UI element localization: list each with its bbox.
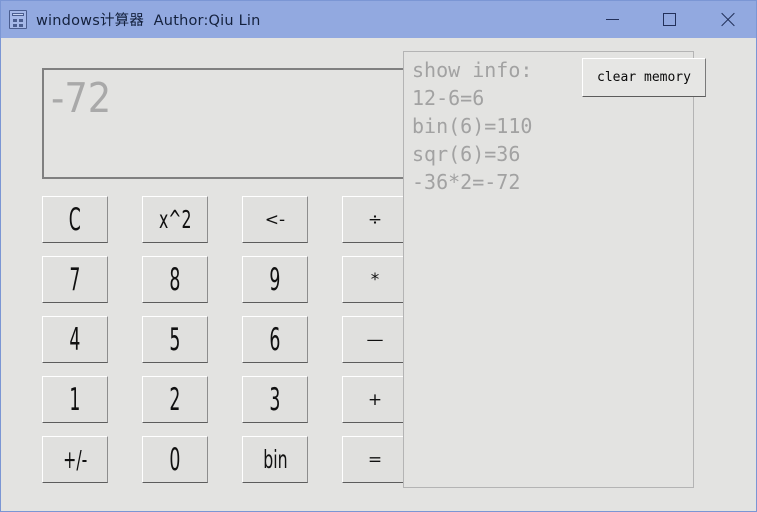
- key-divide[interactable]: ÷: [342, 196, 408, 243]
- key-plus[interactable]: +: [342, 376, 408, 423]
- key-3[interactable]: 3: [242, 376, 308, 423]
- key-square[interactable]: x^2: [142, 196, 208, 243]
- key-label: +/-: [62, 444, 88, 474]
- calculator-icon-key: [19, 24, 23, 27]
- key-label: —: [366, 329, 384, 350]
- info-line: 12-6=6: [412, 86, 485, 110]
- key-9[interactable]: 9: [242, 256, 308, 303]
- key-label: C: [68, 201, 82, 238]
- calculator-icon-key: [19, 19, 23, 22]
- key-label: 4: [69, 321, 81, 358]
- key-equals[interactable]: =: [342, 436, 408, 483]
- key-2[interactable]: 2: [142, 376, 208, 423]
- minimize-button[interactable]: [589, 1, 635, 38]
- calculator-icon-key: [13, 24, 17, 27]
- info-line: bin(6)=110: [412, 114, 533, 138]
- key-label: 9: [269, 261, 281, 298]
- key-minus[interactable]: —: [342, 316, 408, 363]
- calculator-window: windows计算器 Author:Qiu Lin -72 Cx^2 <- ÷ 7 8 9…: [0, 0, 757, 512]
- key-1[interactable]: 1: [42, 376, 108, 423]
- info-line: show info:: [412, 58, 533, 82]
- key-8[interactable]: 8: [142, 256, 208, 303]
- keypad: Cx^2 <- ÷ 7 8 9 * 4 5 6 — 1 2 3 + +/- 0 bin =: [42, 196, 414, 506]
- info-line: -36*2=-72: [412, 170, 521, 194]
- key-clear[interactable]: C: [42, 196, 108, 243]
- clear-memory-button[interactable]: clear memory: [582, 58, 706, 97]
- key-label: <-: [264, 209, 286, 230]
- calculator-icon-key: [13, 19, 17, 22]
- title-bar: windows计算器 Author:Qiu Lin: [1, 1, 756, 38]
- minimize-icon: [605, 19, 619, 20]
- key-4[interactable]: 4: [42, 316, 108, 363]
- key-label: 1: [69, 381, 81, 418]
- info-panel-text: show info: 12-6=6 bin(6)=110 sqr(6)=36 -36*2…: [412, 56, 532, 196]
- display-value: -72: [51, 74, 112, 122]
- key-label: 3: [269, 381, 281, 418]
- key-label: bin: [262, 444, 288, 474]
- key-0[interactable]: 0: [142, 436, 208, 483]
- close-button[interactable]: [704, 1, 750, 38]
- key-7[interactable]: 7: [42, 256, 108, 303]
- key-sign-toggle[interactable]: +/-: [42, 436, 108, 483]
- key-6[interactable]: 6: [242, 316, 308, 363]
- key-label: *: [370, 269, 380, 290]
- key-label: 5: [169, 321, 181, 358]
- key-label: ÷: [367, 209, 383, 230]
- display-field[interactable]: -72: [42, 68, 413, 179]
- key-label: =: [367, 449, 383, 470]
- close-icon: [720, 12, 735, 27]
- client-area: -72 Cx^2 <- ÷ 7 8 9 * 4 5 6 — 1 2 3 + +/- 0 bin = show inf…: [2, 38, 755, 511]
- calculator-icon: [9, 10, 27, 29]
- key-bin[interactable]: bin: [242, 436, 308, 483]
- key-label: 7: [69, 261, 81, 298]
- maximize-icon: [662, 13, 676, 26]
- key-label: 0: [169, 441, 181, 478]
- window-title: windows计算器 Author:Qiu Lin: [36, 13, 261, 29]
- calculator-icon-screen: [12, 13, 24, 16]
- key-label: 2: [169, 381, 181, 418]
- key-5[interactable]: 5: [142, 316, 208, 363]
- key-multiply[interactable]: *: [342, 256, 408, 303]
- info-line: sqr(6)=36: [412, 142, 521, 166]
- key-label: +: [367, 389, 383, 410]
- key-label: 6: [269, 321, 281, 358]
- key-label: 8: [169, 261, 181, 298]
- key-label: x^2: [158, 204, 192, 234]
- key-backspace[interactable]: <-: [242, 196, 308, 243]
- maximize-button[interactable]: [646, 1, 692, 38]
- info-panel: show info: 12-6=6 bin(6)=110 sqr(6)=36 -36*2…: [403, 51, 694, 488]
